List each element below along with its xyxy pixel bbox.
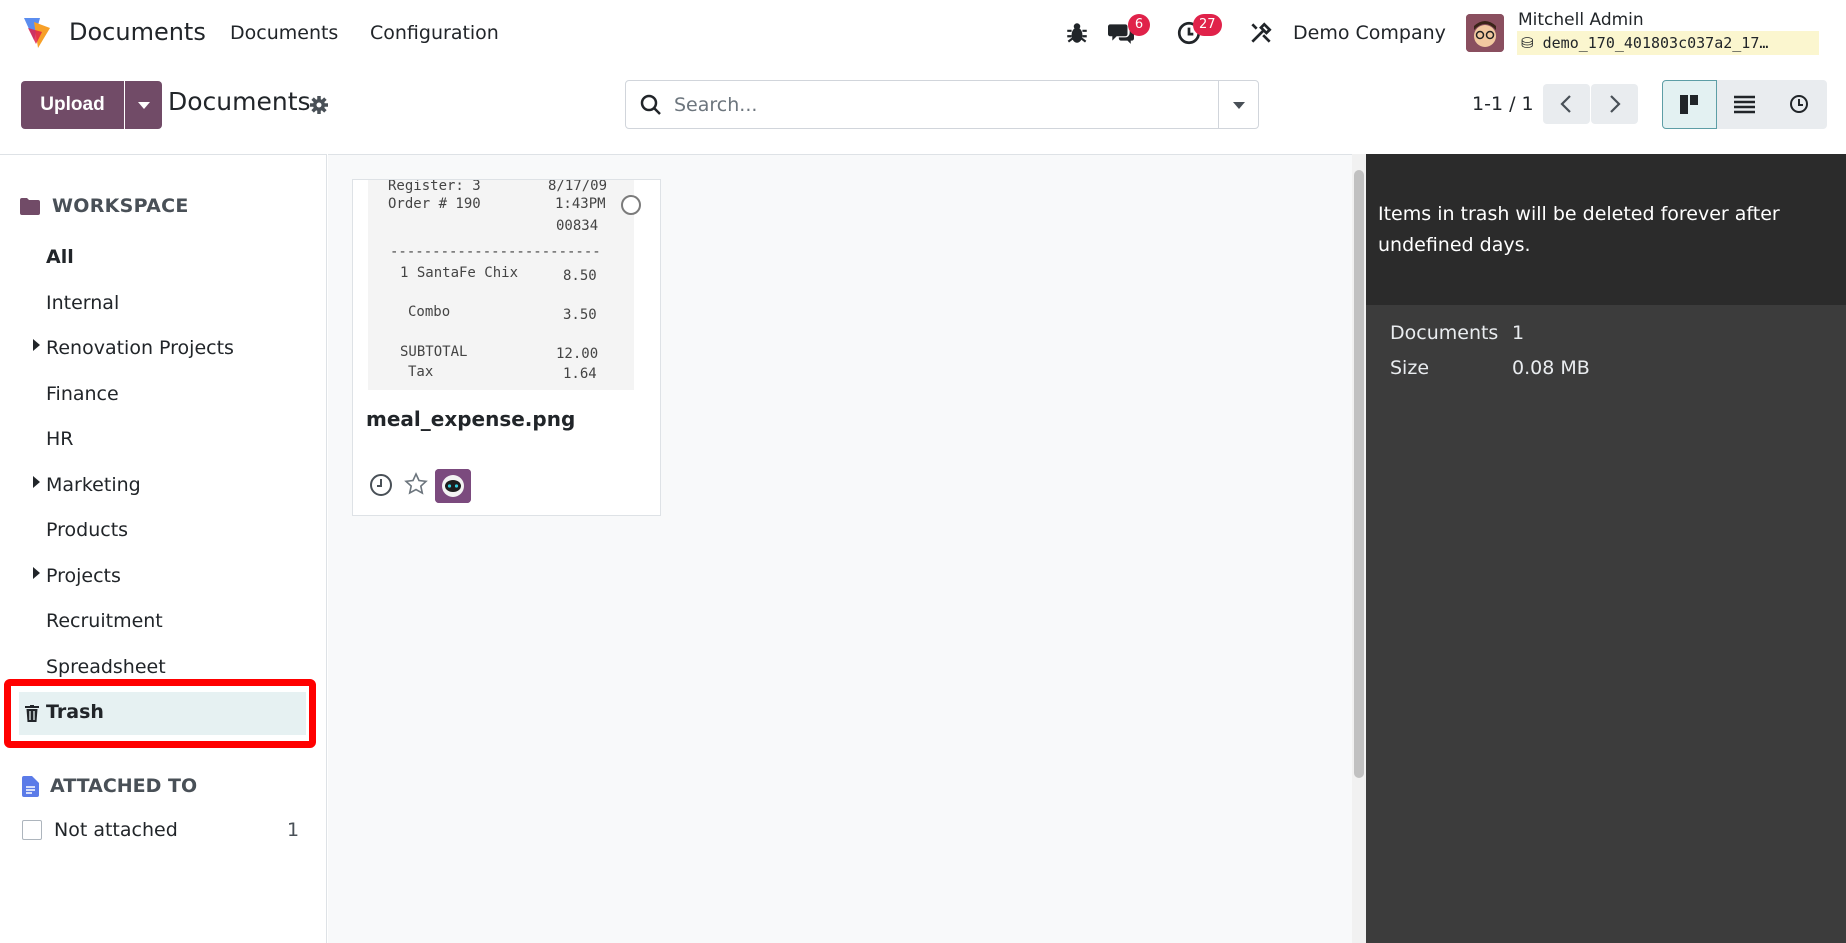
activities-badge: 27	[1193, 14, 1222, 36]
details-panel: Items in trash will be deleted forever a…	[1366, 154, 1846, 943]
top-navbar: Documents Documents Configuration 6 27 D…	[0, 0, 1846, 66]
caret-right-icon[interactable]	[33, 476, 40, 488]
chevron-right-icon	[1610, 95, 1621, 113]
workspace-sidebar: WORKSPACE All Internal Renovation Projec…	[0, 154, 327, 943]
sidebar-item-recruitment[interactable]: Recruitment	[46, 610, 163, 632]
folder-icon	[20, 197, 40, 215]
workspace-header-label: WORKSPACE	[52, 195, 189, 217]
receipt-text: 3.50	[563, 307, 597, 323]
gear-icon[interactable]	[309, 95, 329, 115]
menu-documents[interactable]: Documents	[230, 22, 338, 44]
attached-to-header-label: ATTACHED TO	[50, 775, 198, 797]
owner-avatar[interactable]	[435, 469, 471, 503]
receipt-text: Register: 3	[388, 180, 481, 194]
caret-right-icon[interactable]	[33, 339, 40, 351]
sidebar-item-all[interactable]: All	[46, 246, 74, 268]
trash-highlight-annotation	[4, 679, 316, 748]
activity-view-button[interactable]	[1772, 80, 1827, 129]
sidebar-item-products[interactable]: Products	[46, 519, 128, 541]
sidebar-item-spreadsheet[interactable]: Spreadsheet	[46, 656, 166, 678]
search-input[interactable]	[674, 93, 1154, 116]
sidebar-item-marketing[interactable]: Marketing	[46, 474, 141, 496]
workspace-header: WORKSPACE	[20, 195, 189, 217]
sidebar-item-projects[interactable]: Projects	[46, 565, 121, 587]
documents-app-logo-icon[interactable]	[20, 14, 56, 50]
kanban-icon	[1680, 95, 1698, 114]
messages-badge: 6	[1128, 14, 1150, 36]
receipt-text: -------------------------	[390, 244, 601, 260]
company-switcher[interactable]: Demo Company	[1293, 22, 1446, 44]
kanban-view-button[interactable]	[1662, 80, 1717, 129]
receipt-text: SUBTOTAL	[400, 344, 468, 360]
clock-icon	[1790, 95, 1808, 113]
receipt-text: Combo	[408, 304, 451, 320]
sidebar-item-renovation-projects[interactable]: Renovation Projects	[46, 337, 234, 359]
document-name[interactable]: meal_expense.png	[366, 407, 575, 431]
search-options-toggle[interactable]	[1218, 80, 1259, 129]
receipt-text: 8.50	[563, 268, 597, 284]
document-select-radio[interactable]	[621, 195, 641, 215]
pager-next-button[interactable]	[1591, 84, 1638, 124]
document-card[interactable]: Register: 3 8/17/09 Order # 190 1:43PM 0…	[352, 179, 661, 516]
sidebar-item-internal[interactable]: Internal	[46, 292, 119, 314]
list-icon	[1734, 95, 1755, 114]
star-icon[interactable]	[404, 472, 428, 496]
bug-icon[interactable]	[1064, 20, 1090, 46]
receipt-text: 8/17/09	[548, 180, 608, 194]
menu-configuration[interactable]: Configuration	[370, 22, 499, 44]
database-icon: ⛁	[1521, 34, 1534, 52]
size-label: Size	[1390, 357, 1430, 379]
database-name: ⛁ demo_170_401803c037a2_17…	[1517, 31, 1819, 55]
pager-previous-button[interactable]	[1543, 84, 1590, 124]
receipt-text: 00834	[556, 218, 599, 234]
list-view-button[interactable]	[1717, 80, 1772, 129]
size-value: 0.08 MB	[1512, 357, 1590, 379]
receipt-text: 1 SantaFe Chix	[400, 265, 519, 281]
database-name-text: demo_170_401803c037a2_17…	[1542, 34, 1769, 52]
document-thumbnail[interactable]: Register: 3 8/17/09 Order # 190 1:43PM 0…	[368, 180, 634, 390]
document-icon	[22, 775, 39, 797]
receipt-text: Tax	[408, 364, 434, 380]
trash-info-message: Items in trash will be deleted forever a…	[1378, 203, 1780, 256]
sidebar-item-finance[interactable]: Finance	[46, 383, 119, 405]
receipt-text: 1.64	[563, 366, 597, 382]
upload-button[interactable]: Upload	[21, 81, 124, 129]
tools-icon[interactable]	[1248, 20, 1274, 46]
scrollbar-thumb[interactable]	[1354, 170, 1364, 778]
page-title: Documents	[168, 87, 311, 116]
pager-value[interactable]: 1-1 / 1	[1472, 93, 1534, 115]
app-name[interactable]: Documents	[69, 18, 206, 46]
search-icon	[640, 94, 661, 115]
receipt-text: 12.00	[556, 346, 599, 362]
main-scrollbar[interactable]	[1352, 154, 1366, 943]
not-attached-count: 1	[287, 819, 300, 841]
search-bar	[625, 80, 1219, 129]
chevron-left-icon	[1560, 95, 1571, 113]
documents-count-label: Documents	[1390, 322, 1499, 344]
receipt-text: 1:43PM	[555, 196, 606, 212]
trash-info-box: Items in trash will be deleted forever a…	[1366, 154, 1846, 305]
user-avatar[interactable]	[1466, 14, 1504, 52]
not-attached-checkbox[interactable]	[22, 820, 42, 840]
not-attached-label[interactable]: Not attached	[54, 819, 178, 841]
documents-count-value: 1	[1512, 322, 1525, 344]
caret-right-icon[interactable]	[33, 567, 40, 579]
sidebar-item-hr[interactable]: HR	[46, 428, 74, 450]
upload-dropdown-toggle[interactable]	[125, 81, 162, 129]
receipt-text: Order # 190	[388, 196, 481, 212]
activity-clock-icon[interactable]	[369, 473, 393, 497]
user-name[interactable]: Mitchell Admin	[1518, 10, 1644, 30]
attached-to-header: ATTACHED TO	[22, 775, 197, 797]
